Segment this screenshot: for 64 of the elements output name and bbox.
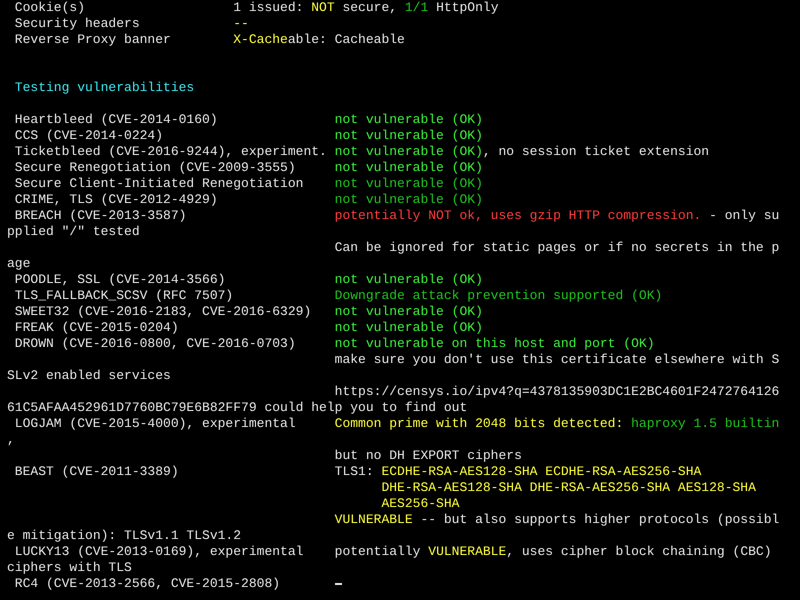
field-label: Cookie(s) bbox=[14, 0, 86, 15]
output-text: DHE-RSA-AES128-SHA DHE-RSA-AES256-SHA AES128-SHA bbox=[381, 480, 756, 496]
test-name: Heartbleed (CVE-2014-0160) bbox=[14, 112, 218, 127]
output-text: not vulnerable (OK) bbox=[334, 192, 483, 208]
output-text: Common prime with 2048 bits detected: bbox=[334, 416, 624, 432]
test-name: FREAK (CVE-2015-0204) bbox=[14, 320, 179, 335]
output-text: Downgrade attack prevention supported (OK) bbox=[334, 288, 662, 304]
output-text: haproxy 1.5 builtin bbox=[631, 416, 780, 432]
test-name: LOGJAM (CVE-2015-4000), experimental bbox=[14, 416, 296, 431]
output-text: not vulnerable (OK) bbox=[334, 144, 483, 160]
test-name: SWEET32 (CVE-2016-2183, CVE-2016-6329) bbox=[14, 304, 312, 319]
output-text: not vulnerable (OK) bbox=[334, 160, 483, 176]
test-name: LUCKY13 (CVE-2013-0169), experimental bbox=[14, 544, 304, 559]
output-text: but no DH EXPORT ciphers bbox=[334, 448, 522, 464]
output-text: not vulnerable (OK) bbox=[334, 128, 483, 144]
output-text: not vulnerable (OK) bbox=[334, 112, 483, 128]
field-label: Reverse Proxy banner bbox=[14, 32, 171, 47]
test-name: TLS_FALLBACK_SCSV (RFC 7507) bbox=[14, 288, 234, 303]
output-text: not vulnerable (OK) bbox=[334, 320, 483, 336]
output-text: https://censys.io/ipv4?q=4378135903DC1E2BC4601F2472764126 bbox=[334, 384, 780, 400]
output-text: HttpOnly bbox=[435, 0, 498, 16]
output-text: -- bbox=[233, 16, 249, 32]
output-text: make sure you don't use this certificate elsewhere with S bbox=[334, 352, 780, 368]
field-label: Security headers bbox=[14, 16, 140, 31]
wrapped-text: , bbox=[7, 432, 15, 448]
output-text: not vulnerable on this host and port (OK) bbox=[334, 336, 654, 352]
wrapped-text: e mitigation): TLSv1.1 TLSv1.2 bbox=[7, 528, 242, 544]
output-text: VULNERABLE bbox=[334, 512, 413, 528]
test-name: Secure Renegotiation (CVE-2009-3555) bbox=[14, 160, 296, 175]
output-text: , uses cipher block chaining (CBC) bbox=[506, 544, 772, 560]
output-text: able: Cacheable bbox=[288, 32, 405, 48]
wrapped-text: SLv2 enabled services bbox=[7, 368, 171, 384]
output-text: not vulnerable (OK) bbox=[334, 304, 483, 320]
output-text: X-Cache bbox=[233, 32, 288, 48]
test-name: Secure Client-Initiated Renegotiation bbox=[14, 176, 304, 191]
output-text: potentially NOT ok, uses gzip HTTP compression. bbox=[334, 208, 702, 224]
test-name: BEAST (CVE-2011-3389) bbox=[14, 464, 179, 479]
output-text: AES256-SHA bbox=[381, 496, 460, 512]
section-heading: Testing vulnerabilities bbox=[14, 80, 194, 96]
output-text: VULNERABLE bbox=[428, 544, 506, 560]
wrapped-text: ciphers with TLS bbox=[7, 560, 132, 576]
test-name: RC4 (CVE-2013-2566, CVE-2015-2808) bbox=[14, 576, 280, 591]
output-text: -- but also supports higher protocols (possibl bbox=[419, 512, 780, 528]
test-name: Ticketbleed (CVE-2016-9244), experiment. bbox=[14, 144, 327, 159]
test-name: BREACH (CVE-2013-3587) bbox=[14, 208, 186, 223]
output-text: secure, bbox=[341, 0, 398, 16]
output-text: TLS1: bbox=[334, 464, 375, 480]
output-text: 1/1 bbox=[404, 0, 428, 16]
test-name: CRIME, TLS (CVE-2012-4929) bbox=[14, 192, 218, 207]
output-text: not vulnerable (OK) bbox=[334, 176, 483, 192]
output-text: NOT bbox=[311, 0, 335, 16]
output-text: Can be ignored for static pages or if no secrets in the p bbox=[334, 240, 780, 256]
output-text: 1 issued: bbox=[233, 0, 304, 16]
wrapped-text: age bbox=[7, 256, 30, 272]
output-text: ECDHE-RSA-AES128-SHA ECDHE-RSA-AES256-SHA bbox=[381, 464, 702, 480]
test-name: POODLE, SSL (CVE-2014-3566) bbox=[14, 272, 226, 287]
wrapped-text: 61C5AFAA452961D7760BC79E6B82FF79 could help you to find out bbox=[7, 400, 468, 416]
output-text: - only su bbox=[708, 208, 780, 224]
output-text: , no session ticket extension bbox=[482, 144, 710, 160]
wrapped-text: pplied "/" tested bbox=[7, 224, 140, 240]
output-text: potentially bbox=[334, 544, 422, 560]
output-text: not vulnerable (OK) bbox=[334, 272, 483, 288]
test-name: CCS (CVE-2014-0224) bbox=[14, 128, 164, 143]
test-name: DROWN (CVE-2016-0800, CVE-2016-0703) bbox=[14, 336, 296, 351]
